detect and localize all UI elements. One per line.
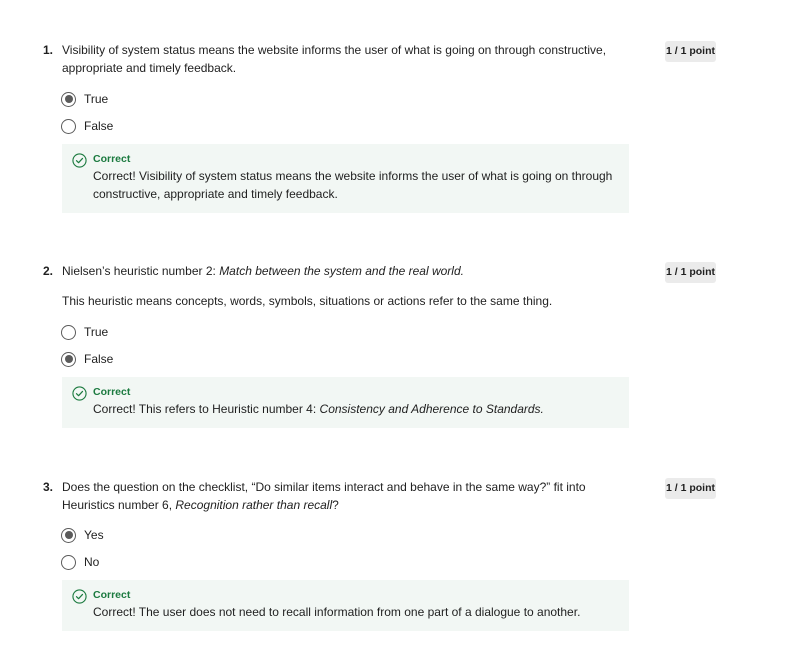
feedback-box: Correct Correct! This refers to Heuristi… bbox=[62, 377, 629, 428]
feedback-box: Correct Correct! The user does not need … bbox=[62, 580, 629, 631]
points-badge: 1 / 1 point bbox=[665, 262, 716, 283]
question-text: Nielsen’s heuristic number 2: Match betw… bbox=[62, 262, 622, 280]
question-text: Does the question on the checklist, “Do … bbox=[62, 478, 622, 514]
radio-unselected[interactable] bbox=[61, 324, 76, 340]
option-label: True bbox=[84, 92, 109, 106]
question-number: 1. bbox=[43, 43, 54, 57]
feedback-box: Correct Correct! Visibility of system st… bbox=[62, 144, 629, 213]
question-text-suffix: ? bbox=[332, 498, 339, 512]
question-text-italic: Match between the system and the real wo… bbox=[219, 264, 464, 278]
radio-selected[interactable] bbox=[61, 527, 76, 543]
feedback-title: Correct bbox=[93, 386, 131, 398]
option-yes[interactable]: Yes bbox=[61, 526, 104, 544]
question-text-italic: Recognition rather than recall bbox=[175, 498, 333, 512]
points-badge: 1 / 1 point bbox=[665, 41, 716, 62]
feedback-title: Correct bbox=[93, 589, 131, 601]
radio-selected[interactable] bbox=[61, 351, 76, 367]
option-true[interactable]: True bbox=[61, 90, 108, 108]
option-false[interactable]: False bbox=[61, 117, 113, 135]
radio-unselected[interactable] bbox=[61, 554, 76, 570]
check-circle-icon bbox=[72, 386, 87, 401]
option-label: No bbox=[84, 555, 100, 569]
option-label: False bbox=[84, 119, 114, 133]
feedback-title: Correct bbox=[93, 153, 131, 165]
option-true[interactable]: True bbox=[61, 323, 108, 341]
radio-unselected[interactable] bbox=[61, 118, 76, 134]
option-label: False bbox=[84, 352, 114, 366]
option-no[interactable]: No bbox=[61, 553, 99, 571]
option-label: Yes bbox=[84, 528, 104, 542]
question-number: 2. bbox=[43, 264, 54, 278]
feedback-text-italic: Consistency and Adherence to Standards. bbox=[319, 402, 544, 416]
radio-selected[interactable] bbox=[61, 91, 76, 107]
option-false[interactable]: False bbox=[61, 350, 113, 368]
points-badge: 1 / 1 point bbox=[665, 478, 716, 499]
question-number: 3. bbox=[43, 480, 54, 494]
feedback-text: Correct! This refers to Heuristic number… bbox=[93, 400, 619, 418]
feedback-text-plain: Correct! This refers to Heuristic number… bbox=[93, 402, 320, 416]
feedback-text: Correct! Visibility of system status mea… bbox=[93, 169, 613, 201]
check-circle-icon bbox=[72, 589, 87, 604]
question-text: Visibility of system status means the we… bbox=[62, 43, 607, 75]
feedback-text: Correct! The user does not need to recal… bbox=[93, 605, 581, 619]
option-label: True bbox=[84, 325, 109, 339]
check-circle-icon bbox=[72, 153, 87, 168]
question-subtext: This heuristic means concepts, words, sy… bbox=[62, 294, 553, 308]
question-text-plain: Nielsen’s heuristic number 2: bbox=[62, 264, 220, 278]
